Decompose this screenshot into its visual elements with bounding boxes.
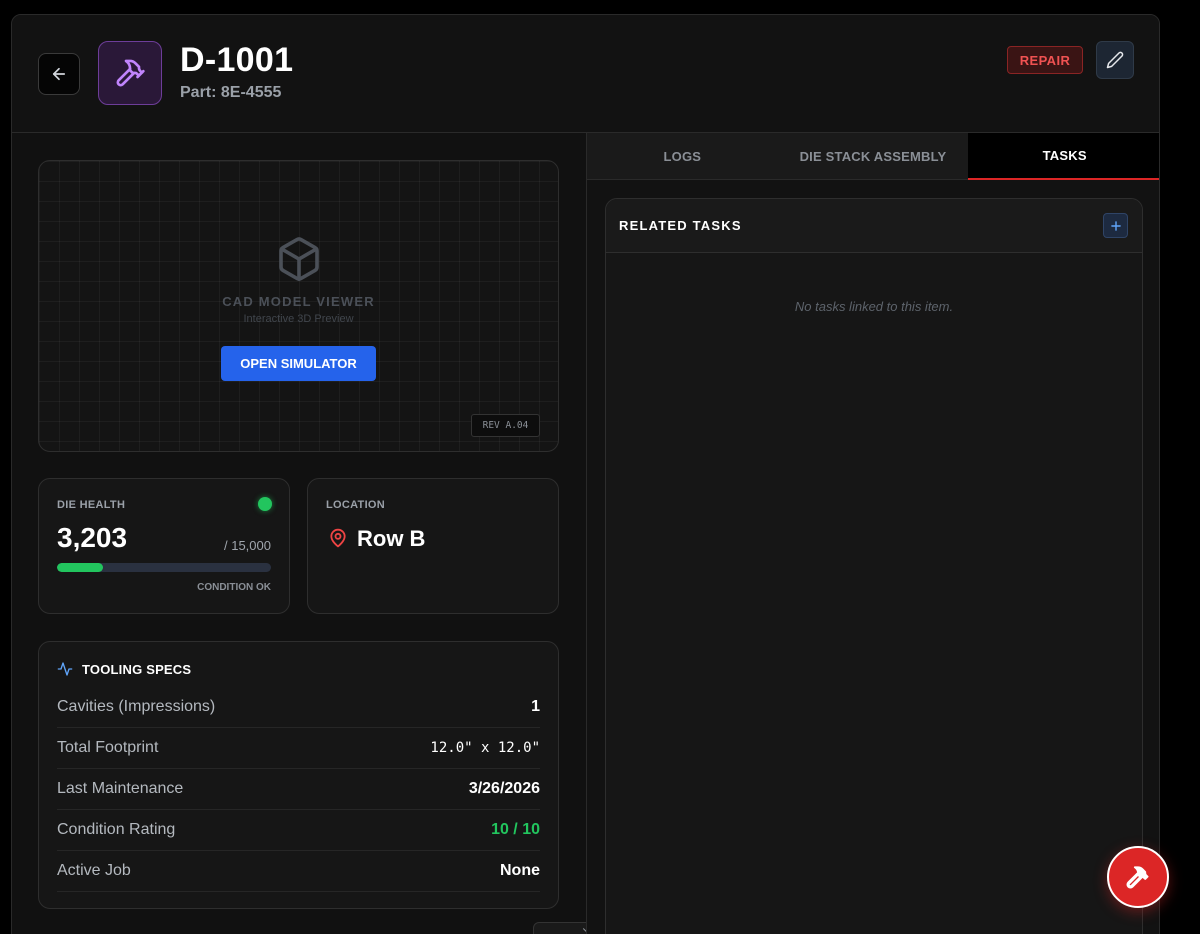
- die-health-status: CONDITION OK: [197, 582, 271, 593]
- tooling-specs-card: TOOLING SPECS Cavities (Impressions) 1 T…: [38, 641, 559, 909]
- spec-label: Active Job: [57, 862, 131, 879]
- die-health-progress-fill: [57, 563, 103, 572]
- spec-row-cavities: Cavities (Impressions) 1: [57, 687, 540, 728]
- die-health-label: DIE HEALTH: [57, 499, 126, 511]
- pencil-icon: [1106, 51, 1124, 69]
- tasks-empty-message: No tasks linked to this item.: [794, 299, 954, 314]
- back-button[interactable]: [38, 53, 80, 95]
- spec-label: Last Maintenance: [57, 780, 184, 797]
- die-health-card: DIE HEALTH 3,203 / 15,000 CONDITION OK: [38, 478, 290, 614]
- die-health-max: / 15,000: [224, 538, 271, 553]
- arrow-left-icon: [52, 67, 66, 81]
- tooling-specs-title: TOOLING SPECS: [82, 661, 192, 677]
- revision-label: REV A.04: [471, 414, 540, 437]
- map-pin-icon: [330, 528, 346, 548]
- related-tasks-header: RELATED TASKS: [606, 199, 1142, 253]
- cad-viewer-subtitle: Interactive 3D Preview: [243, 313, 354, 325]
- spec-row-footprint: Total Footprint 12.0" x 12.0": [57, 728, 540, 769]
- cube-icon: [279, 237, 319, 281]
- floating-action-button[interactable]: [1107, 846, 1169, 908]
- spec-label: Condition Rating: [57, 821, 176, 838]
- tab-logs[interactable]: LOGS: [587, 133, 778, 180]
- part-number: Part: 8E-4555: [180, 84, 282, 101]
- spec-value: 10 / 10: [491, 821, 540, 838]
- spec-value: None: [500, 862, 540, 879]
- spec-row-active-job: Active Job None: [57, 851, 540, 892]
- tab-bar: LOGS DIE STACK ASSEMBLY TASKS: [587, 133, 1159, 180]
- hammer-icon: [116, 59, 145, 87]
- related-tasks-panel: RELATED TASKS No tasks linked to this it…: [605, 198, 1143, 934]
- spec-value: 1: [531, 698, 540, 715]
- activity-icon: [57, 662, 73, 676]
- location-label: LOCATION: [326, 499, 386, 511]
- spec-label: Cavities (Impressions): [57, 698, 216, 715]
- die-detail-panel: D-1001 Part: 8E-4555 REPAIR CAD MODEL VI…: [11, 14, 1160, 934]
- location-card: LOCATION Row B: [307, 478, 559, 614]
- plus-icon: [1110, 220, 1121, 231]
- spec-label: Total Footprint: [57, 739, 159, 756]
- cad-viewer-title: CAD MODEL VIEWER: [222, 294, 375, 309]
- location-value: Row B: [357, 526, 426, 551]
- tooling-specs-header: TOOLING SPECS: [57, 661, 191, 677]
- detail-tabs-panel: LOGS DIE STACK ASSEMBLY TASKS RELATED TA…: [586, 133, 1159, 934]
- detail-header: D-1001 Part: 8E-4555 REPAIR: [12, 15, 1159, 133]
- tab-die-stack-assembly[interactable]: DIE STACK ASSEMBLY: [778, 133, 969, 180]
- related-tasks-title: RELATED TASKS: [619, 218, 742, 233]
- spec-row-condition-rating: Condition Rating 10 / 10: [57, 810, 540, 851]
- spec-value: 12.0" x 12.0": [430, 740, 540, 756]
- add-task-button[interactable]: [1103, 213, 1128, 238]
- health-status-indicator: [258, 497, 272, 511]
- hammer-icon: [1126, 866, 1149, 889]
- status-badge: REPAIR: [1007, 46, 1083, 74]
- spec-value: 3/26/2026: [468, 780, 540, 797]
- tab-tasks[interactable]: TASKS: [968, 133, 1159, 180]
- cad-model-viewer: CAD MODEL VIEWER Interactive 3D Preview …: [38, 160, 559, 452]
- die-health-value: 3,203: [57, 522, 128, 553]
- die-health-progress: [57, 563, 271, 572]
- edit-button[interactable]: [1096, 41, 1134, 79]
- spec-row-last-maintenance: Last Maintenance 3/26/2026: [57, 769, 540, 810]
- die-type-badge: [98, 41, 162, 105]
- open-simulator-button[interactable]: OPEN SIMULATOR: [221, 346, 376, 381]
- page-title: D-1001: [180, 41, 294, 79]
